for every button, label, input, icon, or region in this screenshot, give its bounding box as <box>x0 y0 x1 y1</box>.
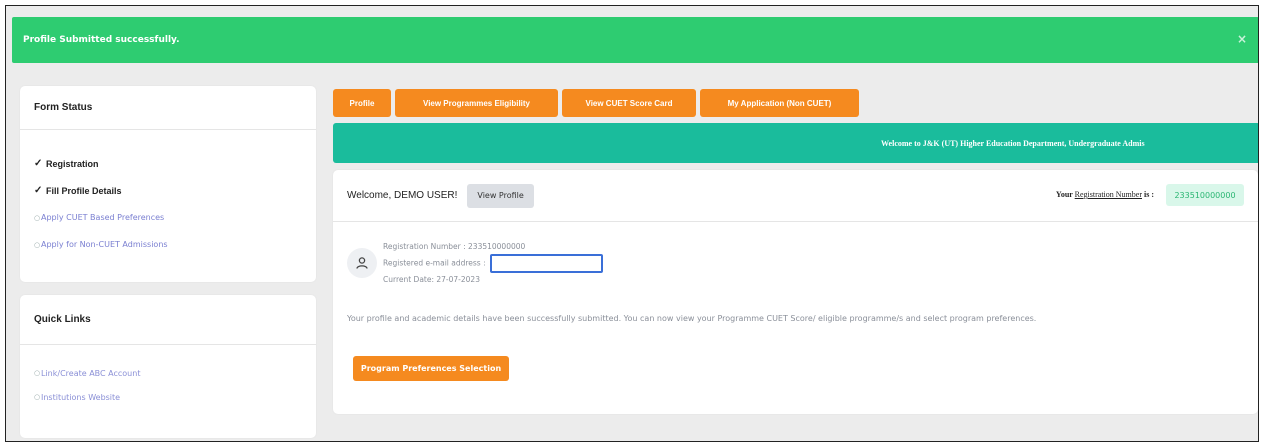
submitted-message: Your profile and academic details have b… <box>347 314 1037 323</box>
tab-my-application[interactable]: My Application (Non CUET) <box>700 89 859 117</box>
close-icon[interactable]: × <box>1237 32 1247 46</box>
registration-label: Your Registration Number is : <box>1056 190 1154 199</box>
nav-tabs: Profile View Programmes Eligibility View… <box>333 89 863 117</box>
form-status-label: Fill Profile Details <box>46 185 122 196</box>
quick-link-label: Link/Create ABC Account <box>41 368 141 378</box>
reg-prefix: Your <box>1055 190 1073 199</box>
tab-programmes-eligibility[interactable]: View Programmes Eligibility <box>395 89 558 117</box>
form-status-item-profile: ✓ Fill Profile Details <box>34 177 302 204</box>
quick-link-label: Institutions Website <box>41 392 121 402</box>
check-icon: ✓ <box>34 185 43 196</box>
form-status-card: Form Status ✓ Registration ✓ Fill Profil… <box>20 86 316 282</box>
user-icon <box>347 248 377 278</box>
registration-number-badge: 233510000000 <box>1166 184 1244 206</box>
registration-number-link[interactable]: Registration Number <box>1075 190 1142 199</box>
quick-links-card: Quick Links ○ Link/Create ABC Account ○ … <box>20 295 316 438</box>
form-status-title: Form Status <box>20 86 316 130</box>
banner-text: Welcome to J&K (UT) Higher Education Dep… <box>881 138 1145 148</box>
form-status-item-non-cuet[interactable]: ○ Apply for Non-CUET Admissions <box>34 231 302 258</box>
welcome-row: Welcome, DEMO USER! View Profile Your Re… <box>333 170 1258 222</box>
email-redaction-box <box>490 254 604 273</box>
welcome-banner: Welcome to J&K (UT) Higher Education Dep… <box>333 123 1258 163</box>
form-status-label: Registration <box>46 158 99 169</box>
form-status-item-cuet-preferences[interactable]: ○ Apply CUET Based Preferences <box>34 204 302 231</box>
circle-icon: ○ <box>34 213 41 222</box>
registration-number-line: Registration Number : 233510000000 <box>383 242 526 251</box>
form-status-label: Apply for Non-CUET Admissions <box>41 240 168 249</box>
tab-profile[interactable]: Profile <box>333 89 391 117</box>
circle-icon: ○ <box>34 369 41 377</box>
quick-link-abc-account[interactable]: ○ Link/Create ABC Account <box>34 361 302 385</box>
current-date: Current Date: 27-07-2023 <box>383 275 480 284</box>
success-alert: Profile Submitted successfully. × <box>12 17 1258 63</box>
tab-cuet-score-card[interactable]: View CUET Score Card <box>562 89 696 117</box>
circle-icon: ○ <box>34 393 41 401</box>
welcome-text: Welcome, DEMO USER! <box>347 190 458 201</box>
alert-message: Profile Submitted successfully. <box>23 35 180 45</box>
form-status-list: ✓ Registration ✓ Fill Profile Details ○ … <box>20 130 316 258</box>
email-line: Registered e-mail address : <box>383 254 604 273</box>
quick-link-institutions[interactable]: ○ Institutions Website <box>34 385 302 409</box>
main-card: Welcome, DEMO USER! View Profile Your Re… <box>333 170 1258 414</box>
quick-links-title: Quick Links <box>20 295 316 345</box>
form-status-item-registration: ✓ Registration <box>34 150 302 177</box>
circle-icon: ○ <box>34 240 41 249</box>
check-icon: ✓ <box>34 158 43 169</box>
view-profile-button[interactable]: View Profile <box>467 183 534 208</box>
user-details: Registration Number : 233510000000 Regis… <box>383 240 604 287</box>
reg-suffix: is : <box>1144 190 1154 199</box>
quick-links-list: ○ Link/Create ABC Account ○ Institutions… <box>20 345 316 409</box>
user-info-block: Registration Number : 233510000000 Regis… <box>347 240 604 287</box>
form-status-label: Apply CUET Based Preferences <box>41 213 165 222</box>
program-preferences-button[interactable]: Program Preferences Selection <box>353 356 509 381</box>
page-frame: Profile Submitted successfully. × Form S… <box>5 5 1259 442</box>
email-label: Registered e-mail address : <box>383 258 486 268</box>
